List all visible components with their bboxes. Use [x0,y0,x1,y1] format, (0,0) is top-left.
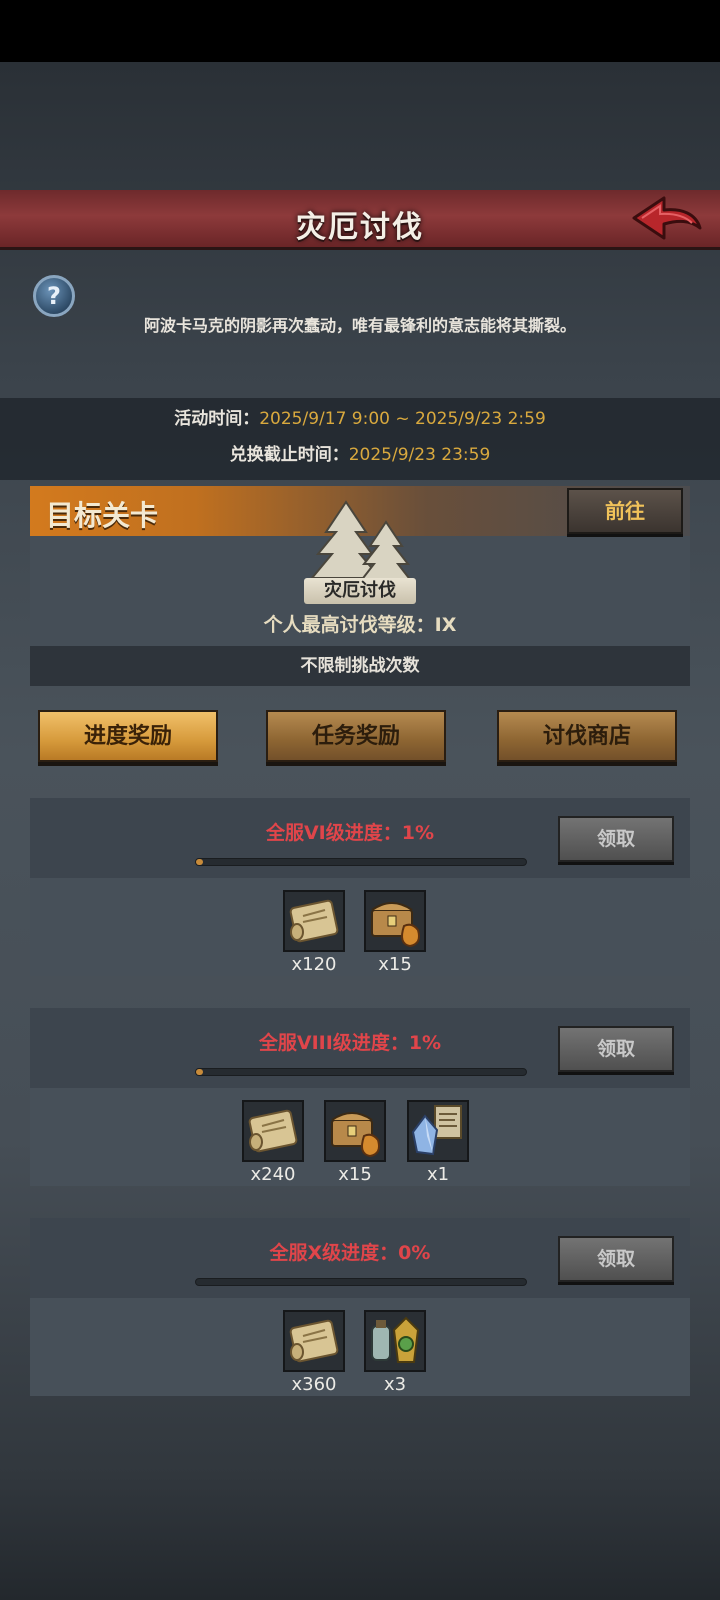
target-stage-title: 目标关卡 [46,499,159,532]
page-title: 灾厄讨伐 [296,210,424,245]
title-bar: 灾厄讨伐 [0,190,720,250]
chest-icon[interactable] [324,1100,386,1162]
target-stage-panel: 目标关卡 前往 灾厄讨伐 个人最高讨伐等级：IX 不限制挑战次数 [30,486,690,686]
potion-icon[interactable] [364,1310,426,1372]
claim-button[interactable]: 领取 [558,1026,674,1072]
item-quantity: x15 [378,954,412,975]
best-level-text: 个人最高讨伐等级：IX [263,614,457,636]
help-icon[interactable]: ? [33,275,75,317]
attempts-text: 不限制挑战次数 [30,646,690,686]
exchange-time-label: 兑换截止时间： [229,445,349,465]
activity-time-value: 2025/9/17 9:00 ~ 2025/9/23 2:59 [259,409,546,429]
status-bar [0,0,720,62]
event-description: 阿波卡马克的阴影再次蠢动，唯有最锋利的意志能将其撕裂。 [143,316,576,335]
item-quantity: x120 [291,954,337,975]
exchange-time-row: 兑换截止时间：2025/9/23 23:59 [0,440,720,465]
claim-button[interactable]: 领取 [558,816,674,862]
reward-progress-title: 全服VIII级进度：1% [258,1032,442,1054]
reward-card: 全服VI级进度：1% 领取 x120 x15 [30,798,690,976]
stage-name-label: 灾厄讨伐 [304,578,416,604]
exchange-time-value: 2025/9/23 23:59 [348,445,491,465]
item-quantity: x15 [338,1164,372,1185]
reward-card: 全服VIII级进度：1% 领取 x240 x15 x1 [30,1008,690,1186]
progress-bar [195,858,527,866]
scroll-icon[interactable] [283,890,345,952]
item-quantity: x3 [383,1374,407,1395]
crystal-icon[interactable] [407,1100,469,1162]
time-band: 活动时间：2025/9/17 9:00 ~ 2025/9/23 2:59 兑换截… [0,398,720,480]
reward-card: 全服X级进度：0% 领取 x360 x3 [30,1218,690,1396]
claim-button[interactable]: 领取 [558,1236,674,1282]
tab-progress-rewards[interactable]: 进度奖励 [38,710,218,762]
back-arrow-icon[interactable] [630,194,704,246]
chest-icon[interactable] [364,890,426,952]
scroll-icon[interactable] [283,1310,345,1372]
activity-time-row: 活动时间：2025/9/17 9:00 ~ 2025/9/23 2:59 [0,404,720,429]
item-quantity: x360 [291,1374,337,1395]
reward-progress-title: 全服X级进度：0% [269,1242,431,1264]
item-quantity: x1 [426,1164,450,1185]
reward-progress-title: 全服VI级进度：1% [265,822,435,844]
scroll-icon[interactable] [242,1100,304,1162]
goto-button[interactable]: 前往 [567,488,683,534]
tab-task-rewards[interactable]: 任务奖励 [266,710,446,762]
tab-hunt-shop[interactable]: 讨伐商店 [497,710,677,762]
activity-time-label: 活动时间： [174,409,260,429]
progress-bar [195,1278,527,1286]
item-quantity: x240 [250,1164,296,1185]
progress-bar [195,1068,527,1076]
